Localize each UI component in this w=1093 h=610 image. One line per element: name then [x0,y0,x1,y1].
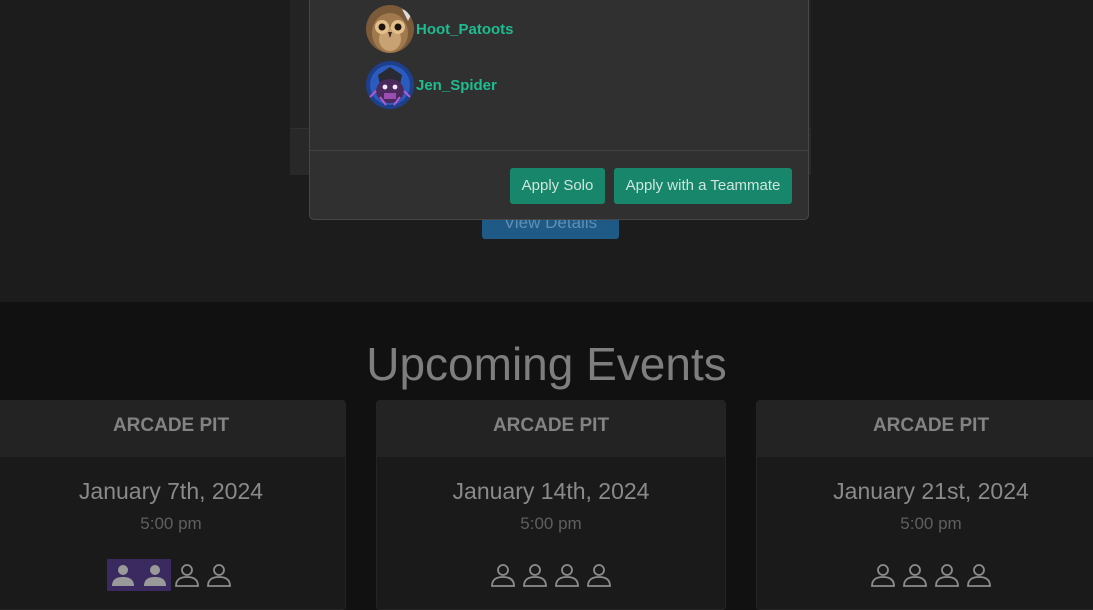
team-slots [0,559,345,591]
person-outline-icon [171,559,203,591]
event-card[interactable]: ARCADE PIT January 7th, 2024 5:00 pm [0,400,346,610]
team-slots [757,559,1093,591]
team-slots [377,559,725,591]
spider-avatar-icon [366,61,414,109]
person-outline-icon [519,559,551,591]
event-time: 5:00 pm [520,514,582,533]
person-outline-icon [899,559,931,591]
person-outline-icon [931,559,963,591]
person-outline-icon [867,559,899,591]
team-member[interactable]: Jen_Spider [366,61,497,109]
section-title: Upcoming Events [366,338,727,390]
apply-modal: Hoot_Patoots Jen_Spider Apply Solo Apply… [309,0,809,220]
apply-solo-button[interactable]: Apply Solo [510,168,605,204]
person-outline-icon [963,559,995,591]
event-venue: ARCADE PIT [0,401,345,457]
modal-footer-divider [310,150,808,151]
person-outline-icon [551,559,583,591]
event-venue: ARCADE PIT [377,401,725,457]
event-time: 5:00 pm [900,514,962,533]
event-venue: ARCADE PIT [757,401,1093,457]
event-date: January 7th, 2024 [78,478,264,504]
event-card[interactable]: ARCADE PIT January 21st, 2024 5:00 pm [756,400,1093,610]
person-filled-icon [139,559,171,591]
apply-with-teammate-button[interactable]: Apply with a Teammate [614,168,792,204]
person-outline-icon [583,559,615,591]
member-name: Hoot_Patoots [416,20,514,38]
event-date: January 14th, 2024 [452,478,650,504]
member-name: Jen_Spider [416,76,497,94]
event-time: 5:00 pm [140,514,202,533]
person-outline-icon [487,559,519,591]
person-filled-icon [107,559,139,591]
event-card[interactable]: ARCADE PIT January 14th, 2024 5:00 pm [376,400,726,610]
team-member[interactable]: Hoot_Patoots [366,5,514,53]
person-outline-icon [203,559,235,591]
owl-avatar-icon [366,5,414,53]
event-date: January 21st, 2024 [833,478,1029,504]
